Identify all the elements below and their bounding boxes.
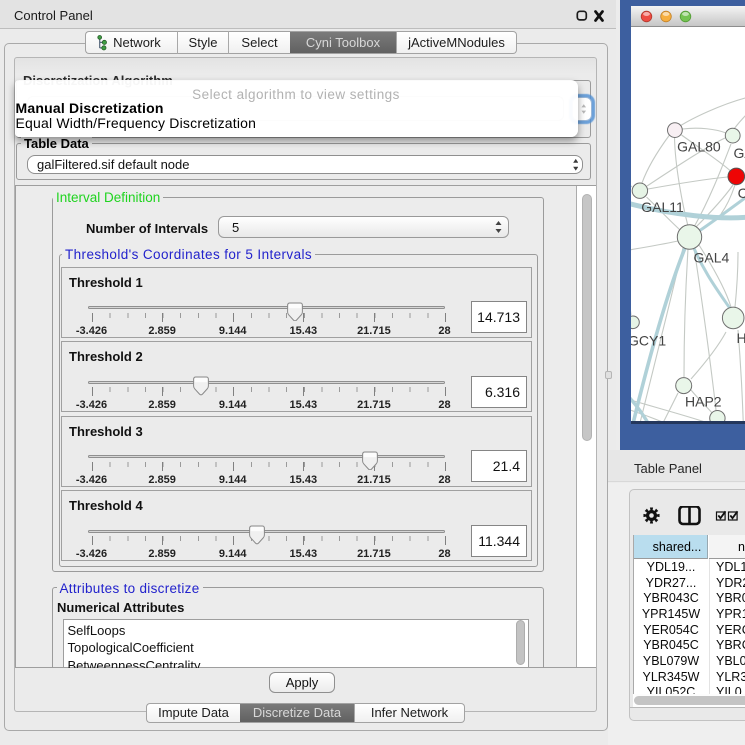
svg-text:CDC1: CDC1 (738, 185, 745, 201)
svg-text:GAL11: GAL11 (641, 199, 684, 215)
svg-text:GCY1: GCY1 (631, 333, 666, 349)
svg-text:HAP2: HAP2 (685, 394, 722, 410)
svg-text:GAL80: GAL80 (677, 138, 721, 154)
svg-text:HAP1: HAP1 (737, 330, 745, 346)
svg-text:GAL4: GAL4 (694, 250, 730, 266)
svg-text:GAL2: GAL2 (734, 145, 745, 161)
